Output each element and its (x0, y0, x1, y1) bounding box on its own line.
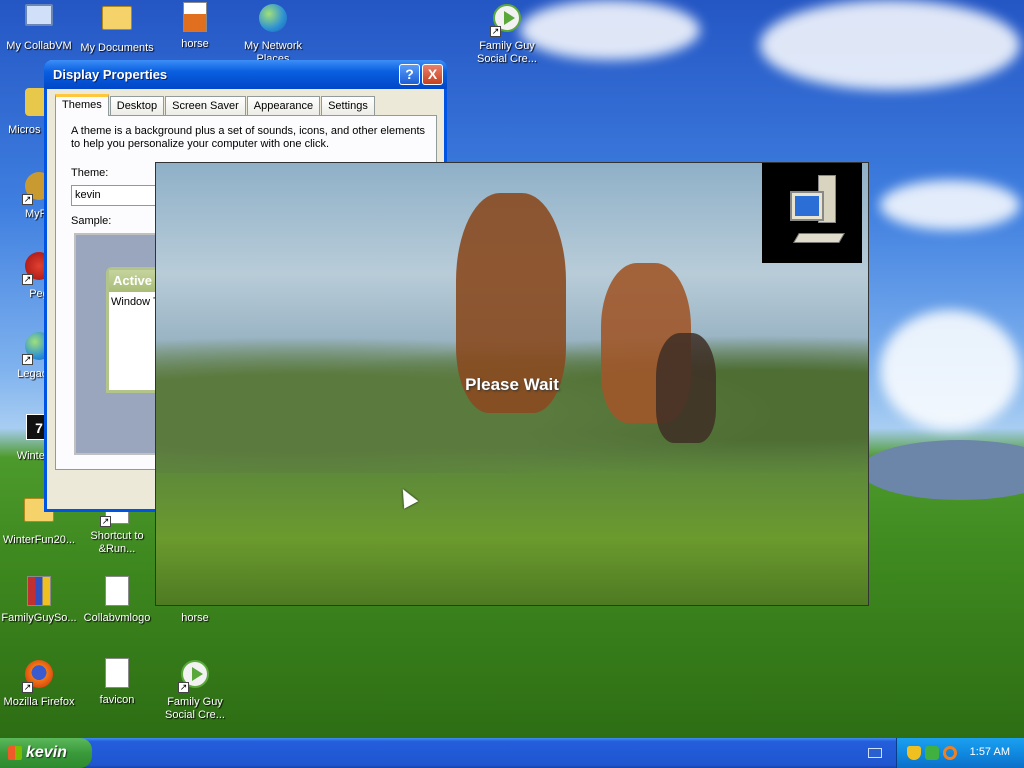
my-documents-icon (101, 6, 133, 38)
themes-description: A theme is a background plus a set of so… (71, 125, 426, 150)
desktop-icon-my-collabvm[interactable]: My CollabVM (0, 2, 78, 53)
dialog-tabs: Themes Desktop Screen Saver Appearance S… (55, 94, 376, 116)
computer-keyboard (793, 233, 845, 243)
desktop-icon-my-documents[interactable]: My Documents (78, 2, 156, 55)
security-shield-icon[interactable] (907, 746, 921, 760)
desktop-icon-label: Family Guy Social Cre... (165, 696, 225, 721)
theme-label: Theme: (71, 167, 109, 179)
clock[interactable]: 1:57 AM (970, 746, 1010, 758)
computer-icon (762, 163, 862, 263)
archive-icon (23, 576, 55, 608)
dialog-title: Display Properties (53, 67, 168, 82)
desktop-icon-label: My CollabVM (6, 40, 72, 52)
desktop-icon-label: FamilyGuySo... (1, 612, 77, 624)
desktop-icon-familyguyso[interactable]: FamilyGuySo... (0, 576, 78, 625)
sample-label: Sample: (71, 215, 112, 227)
search-icon[interactable] (943, 746, 957, 760)
desktop-icon-my-network-places[interactable]: My Network Places (234, 2, 312, 60)
cloud (520, 0, 700, 60)
firefox-icon: ↗ (22, 660, 55, 693)
desktop-icon-label: horse (181, 38, 209, 50)
media-shortcut-icon: ↗ (490, 4, 523, 37)
desktop-icon-label: horse (181, 612, 209, 624)
desktop-icon-label: Collabvmlogo (83, 612, 151, 624)
desktop: My CollabVM My Documents horse My Networ… (0, 0, 1024, 738)
desktop-icon-collabvmlogo[interactable]: Collabvmlogo (78, 576, 156, 625)
desktop-icon-favicon[interactable]: favicon (78, 658, 156, 707)
my-computer-icon (23, 4, 55, 36)
desktop-icon-family-guy-top[interactable]: ↗ Family Guy Social Cre... (468, 2, 546, 66)
desktop-icon-label: WinterFun20... (2, 534, 76, 546)
image-file-icon (101, 658, 133, 690)
desktop-icon-label: Shortcut to &Run... (90, 530, 144, 555)
tab-screen-saver[interactable]: Screen Saver (165, 96, 246, 116)
desktop-icon-label: favicon (99, 694, 135, 706)
network-icon[interactable] (925, 746, 939, 760)
cloud (880, 180, 1020, 230)
keyboard-icon[interactable] (868, 748, 882, 758)
desktop-icon-mozilla-firefox[interactable]: ↗ Mozilla Firefox (0, 658, 78, 709)
close-button[interactable]: X (422, 64, 443, 85)
tab-desktop[interactable]: Desktop (109, 96, 165, 116)
tab-appearance[interactable]: Appearance (246, 96, 321, 116)
desktop-icon-label: Mozilla Firefox (3, 696, 75, 708)
network-places-icon (257, 4, 289, 36)
desktop-icon-label: My Network Places (243, 40, 303, 60)
dialog-titlebar[interactable]: Display Properties ? X (44, 60, 447, 89)
desktop-icon-family-guy-bottom[interactable]: ↗ Family Guy Social Cre... (156, 658, 234, 722)
system-tray: 1:57 AM (896, 738, 1024, 768)
desktop-icon-label: Family Guy Social Cre... (477, 40, 537, 65)
please-wait-splash: Please Wait (155, 162, 869, 606)
start-button-label: kevin (26, 744, 67, 761)
desktop-icon-horse[interactable]: horse (156, 2, 234, 51)
tab-themes[interactable]: Themes (55, 94, 109, 116)
distant-hill (860, 440, 1024, 500)
cloud (880, 310, 1020, 430)
taskbar: kevin 1:57 AM (0, 738, 1024, 768)
image-file-icon (101, 576, 133, 608)
cloud (760, 0, 1020, 90)
start-button[interactable]: kevin (0, 738, 92, 768)
windows-logo-icon (8, 746, 22, 760)
desktop-icon-label: My Documents (80, 42, 154, 54)
tab-settings[interactable]: Settings (321, 96, 375, 116)
computer-monitor (790, 191, 824, 221)
help-button[interactable]: ? (399, 64, 420, 85)
image-file-icon (179, 2, 211, 34)
please-wait-message: Please Wait (465, 375, 559, 394)
media-shortcut-icon: ↗ (178, 660, 211, 693)
